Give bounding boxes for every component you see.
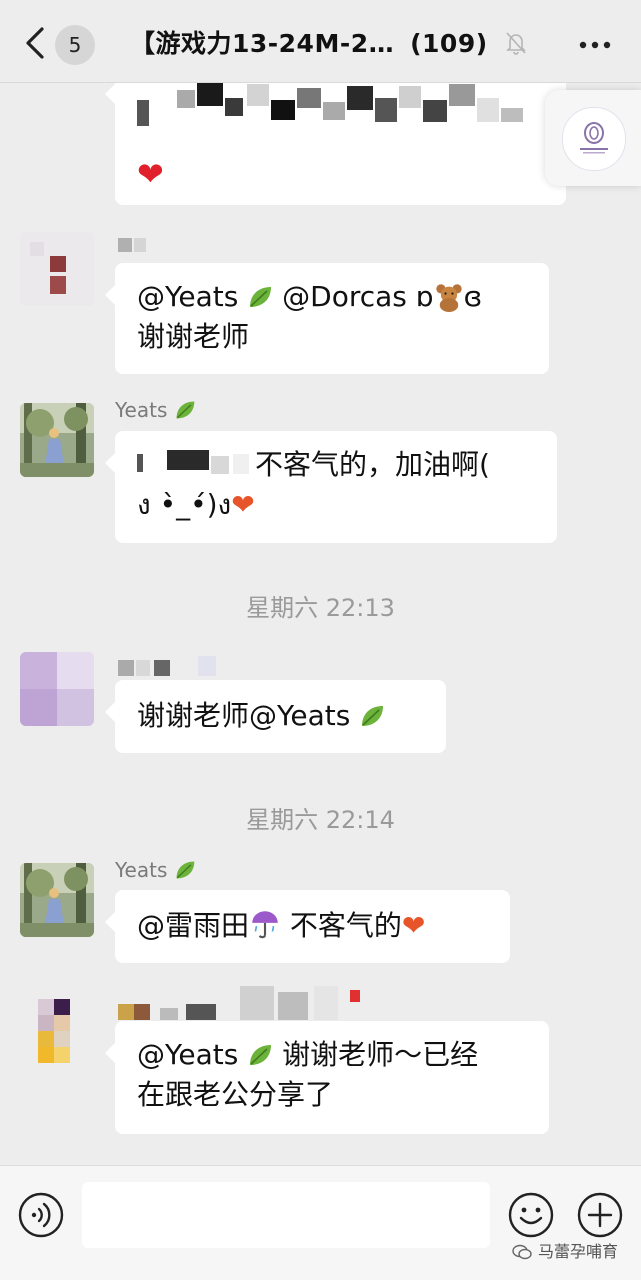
- chat-header: 5 【游戏力13-24M-2… (109): [0, 0, 641, 83]
- sender-avatar[interactable]: [20, 993, 94, 1067]
- floating-window-badge[interactable]: [545, 90, 641, 186]
- plus-icon[interactable]: [577, 1192, 623, 1238]
- heart-emoji-icon: ❤: [401, 909, 426, 942]
- sender-name: Yeats: [115, 398, 196, 422]
- message-bubble[interactable]: @Yeats @Dorcas ɒ ɞ 谢谢老师: [105, 263, 549, 374]
- wechat-logo-icon: [512, 1244, 532, 1260]
- leaf-emoji-icon: [250, 1045, 272, 1065]
- message-bubble[interactable]: @Yeats 谢谢老师～已经 在跟老公分享了: [105, 1021, 549, 1134]
- back-arrow-icon[interactable]: [22, 26, 48, 60]
- group-title: 【游戏力13-24M-2… (109): [130, 24, 488, 60]
- sender-avatar[interactable]: [20, 403, 94, 477]
- message-list[interactable]: ❤ @Yeats @Dorcas ɒ ɞ 谢谢老师 Yeats 不客气的，加油啊(…: [0, 82, 641, 1165]
- message-bubble[interactable]: ❤: [105, 82, 566, 205]
- sender-avatar[interactable]: [20, 652, 94, 726]
- heart-emoji-icon: ❤: [137, 155, 164, 193]
- text-fragment: ɞ: [463, 280, 483, 313]
- leaf-emoji-icon: [176, 861, 195, 879]
- message-text: 在跟老公分享了: [137, 1078, 334, 1111]
- sender-name: Yeats: [115, 858, 196, 882]
- umbrella-emoji-icon: [252, 911, 278, 939]
- pixelated-avatar: [20, 993, 94, 1067]
- watermark: 马蕾孕哺育: [512, 1238, 618, 1262]
- message-text: 谢谢老师～已经: [273, 1038, 479, 1071]
- sender-avatar[interactable]: [20, 82, 94, 146]
- teddy-bear-emoji-icon: [435, 284, 462, 312]
- forest-avatar: [20, 403, 94, 477]
- message-text: ง •̀_•́)ง: [137, 488, 232, 521]
- sender-avatar[interactable]: [20, 863, 94, 937]
- mention[interactable]: @Yeats: [137, 280, 238, 313]
- message-text: 不客气的，加油啊(: [255, 448, 490, 481]
- unread-count-badge[interactable]: 5: [55, 25, 95, 65]
- studio-logo-icon: [562, 107, 626, 171]
- mention[interactable]: @Dorcas ɒ: [282, 280, 433, 313]
- message-input[interactable]: [82, 1182, 490, 1248]
- leaf-emoji-icon: [250, 287, 272, 307]
- timestamp: 星期六 22:13: [246, 594, 395, 622]
- group-name: 【游戏力13-24M-2…: [130, 29, 395, 58]
- message-bubble[interactable]: @雷雨田 不客气的❤: [105, 890, 510, 963]
- pixelated-sender-name: [118, 656, 216, 676]
- message-bubble[interactable]: 谢谢老师@Yeats: [105, 680, 446, 753]
- pixelated-sender-name: [118, 238, 146, 252]
- heart-emoji-icon: ❤: [231, 488, 255, 521]
- sender-avatar[interactable]: [20, 232, 94, 306]
- pixelated-sender-name: [118, 986, 360, 1020]
- pixelated-avatar: [20, 652, 94, 726]
- mute-bell-icon: [506, 32, 526, 55]
- message-text: 谢谢老师: [137, 320, 250, 353]
- member-count: (109): [410, 29, 488, 58]
- pixelated-mention: [137, 450, 249, 474]
- voice-icon[interactable]: [18, 1192, 64, 1238]
- mention[interactable]: @Yeats: [137, 1038, 238, 1071]
- leaf-emoji-icon: [176, 401, 195, 419]
- timestamp: 星期六 22:14: [246, 806, 395, 834]
- pixelated-text: [137, 82, 523, 126]
- forest-avatar: [20, 863, 94, 937]
- emoji-face-icon[interactable]: [508, 1192, 554, 1238]
- mention[interactable]: @雷雨田: [137, 909, 249, 942]
- more-dots-icon[interactable]: [578, 40, 612, 50]
- pixelated-avatar: [20, 232, 94, 306]
- message-text: 不客气的: [281, 909, 402, 942]
- leaf-emoji-icon: [362, 706, 384, 726]
- message-bubble[interactable]: 不客气的，加油啊( ง •̀_•́)ง❤: [105, 431, 557, 543]
- input-bar: [0, 1165, 641, 1280]
- message-text: 谢谢老师@Yeats: [137, 699, 351, 732]
